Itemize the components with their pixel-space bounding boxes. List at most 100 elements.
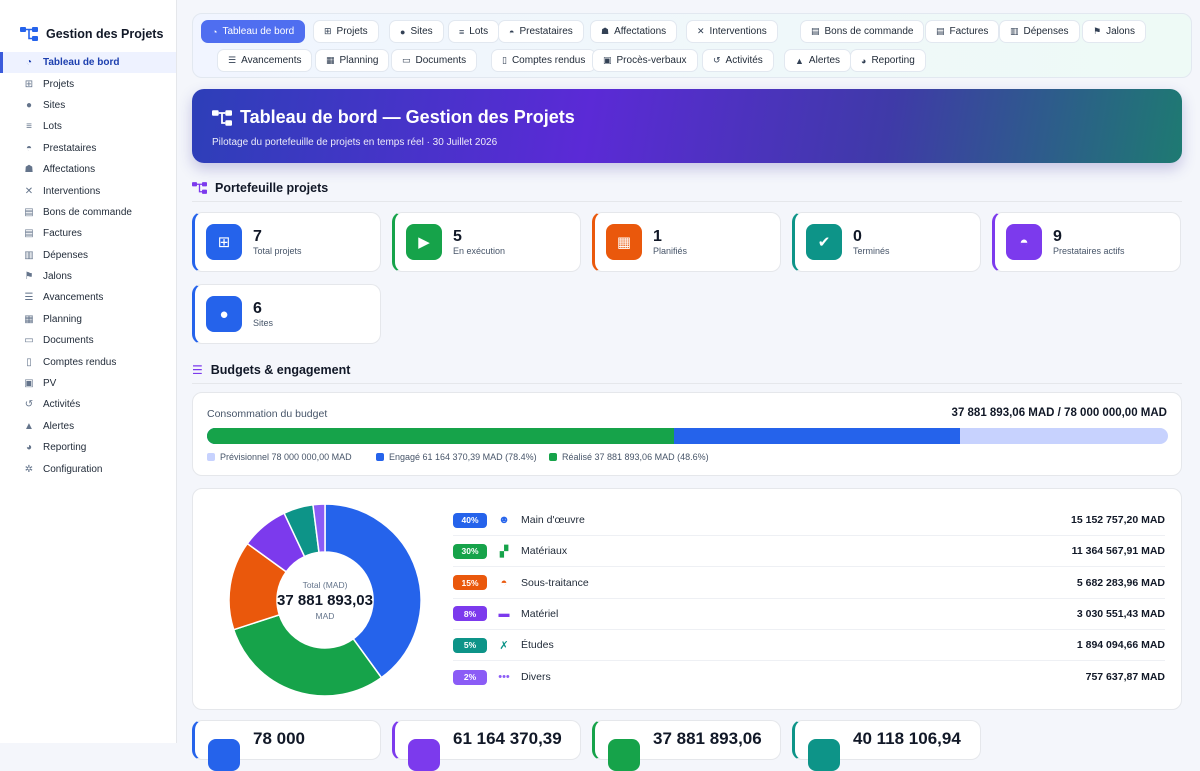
tab-comptes-rendus[interactable]: ▯ Comptes rendus [491, 49, 597, 72]
main-content: ◔ Tableau de bord ⊞ Projets ● Sites ≡ Lots ◓ Pres… [177, 0, 1200, 771]
layers-icon: ≡ [459, 26, 465, 37]
sidebar-item-label: Alertes [43, 420, 75, 432]
kpi-card[interactable]: ⊞ 7 Total projets [192, 212, 381, 272]
percent-badge: 30% [453, 543, 487, 559]
sidebar-item-label: Planning [43, 313, 82, 325]
kpi-card[interactable]: ◓ 9 Prestataires actifs [992, 212, 1181, 272]
brand[interactable]: Gestion des Projets [0, 0, 176, 48]
kpi-card[interactable]: ● 6 Sites [192, 284, 381, 344]
budget-category-row[interactable]: 40% ☻ Main d'œuvre 15 152 757,20 MAD [453, 505, 1165, 536]
tab-label: Factures [949, 26, 989, 37]
budget-category-row[interactable]: 15% ◓ Sous-traitance 5 682 283,96 MAD [453, 568, 1165, 599]
category-name: Divers [521, 671, 551, 683]
map-pin-icon: ● [206, 296, 242, 332]
category-amount: 11 364 567,91 MAD [1071, 545, 1165, 558]
page-subtitle: Pilotage du portefeuille de projets en t… [212, 137, 498, 148]
sidebar-item-documents[interactable]: ▭ Documents [0, 330, 176, 351]
user-tag-icon: ☗ [24, 164, 34, 176]
sidebar-item-interventions[interactable]: ✕ Interventions [0, 180, 176, 201]
clipboard-check-icon: ▣ [603, 55, 612, 65]
sidebar-item-depenses[interactable]: ▥ Dépenses [0, 245, 176, 266]
kpi-card[interactable]: ✔ 0 Terminés [792, 212, 981, 272]
sidebar-item-bons-de-commande[interactable]: ▤ Bons de commande [0, 202, 176, 223]
donut-center-unit: MAD [315, 610, 335, 621]
calendar-icon: ▦ [24, 313, 34, 325]
budget-category-row[interactable]: 5% ✗ Études 1 894 094,66 MAD [453, 630, 1165, 662]
budget-kpi-card[interactable]: 40 118 106,94 [792, 720, 981, 771]
budget-breakdown-card: Total (MAD) 37 881 893,03 MAD 40% ☻ Main d… [192, 488, 1182, 710]
sidebar-item-label: Avancements [43, 292, 104, 304]
kpi-icon [408, 739, 440, 771]
tab-affectations[interactable]: ☗ Affectations [590, 20, 678, 43]
kpi-card[interactable]: ▦ 1 Planifiés [592, 212, 781, 272]
sidebar-item-alertes[interactable]: ▲ Alertes [0, 416, 176, 437]
kpi-card[interactable]: ▶ 5 En exécution [392, 212, 581, 272]
tab-documents[interactable]: ▭ Documents [391, 49, 478, 72]
tab-interventions[interactable]: ✕ Interventions [686, 20, 778, 43]
tab-lots[interactable]: ≡ Lots [448, 20, 500, 43]
sidebar-item-avancements[interactable]: ☰ Avancements [0, 287, 176, 308]
sidebar-item-reporting[interactable]: ◕ Reporting [0, 437, 176, 458]
category-name: Matériaux [521, 545, 568, 558]
tab-alertes[interactable]: ▲ Alertes [784, 49, 852, 72]
tab-sites[interactable]: ● Sites [389, 20, 444, 43]
budget-kpi-card[interactable]: 78 000 [192, 720, 381, 771]
sidebar-item-affectations[interactable]: ☗ Affectations [0, 159, 176, 180]
kpi-value: 40 118 106,94 [853, 729, 961, 748]
budget-kpi-card[interactable]: 61 164 370,39 [392, 720, 581, 771]
tools-icon: ✕ [697, 26, 705, 36]
tab-jalons[interactable]: ⚑ Jalons [1082, 20, 1146, 43]
tab-planning[interactable]: ▦ Planning [315, 49, 390, 72]
kpi-label: En exécution [453, 246, 506, 256]
sidebar-item-label: Factures [43, 228, 82, 240]
sidebar-item-lots[interactable]: ≡ Lots [0, 116, 176, 137]
sidebar-item-configuration[interactable]: ✲ Configuration [0, 458, 176, 479]
kpi-icon [608, 739, 640, 771]
budget-category-row[interactable]: 30% ▞ Matériaux 11 364 567,91 MAD [453, 536, 1165, 568]
sidebar-item-projets[interactable]: ⊞ Projets [0, 73, 176, 94]
sidebar-item-label: Jalons [43, 271, 72, 283]
budget-consumption-card: Consommation du budget 37 881 893,06 MAD… [192, 392, 1182, 476]
tab-label: Documents [415, 55, 467, 66]
sidebar-item-pv[interactable]: ▣ PV [0, 373, 176, 394]
folder-icon: ▭ [24, 335, 34, 347]
tab-label: Procès-verbaux [616, 55, 687, 66]
tab-proces-verbaux[interactable]: ▣ Procès-verbaux [592, 49, 698, 72]
donut-center-value: 37 881 893,03 [277, 591, 373, 609]
tab-activites[interactable]: ↺ Activités [702, 49, 774, 72]
sidebar-item-sites[interactable]: ● Sites [0, 95, 176, 116]
sidebar-item-tableau-de-bord[interactable]: ◔ Tableau de bord [0, 52, 176, 74]
ruler-icon: ✗ [499, 639, 509, 652]
tab-avancements[interactable]: ☰ Avancements [217, 49, 313, 72]
tab-bons-de-commande[interactable]: ▤ Bons de commande [800, 20, 925, 43]
budget-category-row[interactable]: 8% ▬ Matériel 3 030 551,43 MAD [453, 599, 1165, 630]
budget-label: Consommation du budget [207, 408, 328, 420]
donut-center: Total (MAD) 37 881 893,03 MAD [225, 500, 425, 700]
tab-prestataires[interactable]: ◓ Prestataires [498, 20, 584, 43]
tab-reporting[interactable]: ◕ Reporting [850, 49, 926, 72]
budget-category-row[interactable]: 2% ••• Divers 757 637,87 MAD [453, 662, 1165, 693]
map-pin-icon: ● [400, 26, 406, 37]
tab-depenses[interactable]: ▥ Dépenses [999, 20, 1080, 43]
legend-engaged: Engagé 61 164 370,39 MAD (78.4%) [376, 452, 537, 462]
tab-bar: ◔ Tableau de bord ⊞ Projets ● Sites ≡ Lots ◓ Pres… [192, 13, 1192, 78]
budget-progress-bar [207, 428, 1168, 444]
tab-projets[interactable]: ⊞ Projets [313, 20, 379, 43]
sidebar-item-prestataires[interactable]: ◓ Prestataires [0, 138, 176, 159]
sidebar-item-planning[interactable]: ▦ Planning [0, 309, 176, 330]
map-pin-icon: ● [25, 99, 33, 111]
sidebar-item-label: Projets [43, 78, 75, 90]
tab-label: Comptes rendus [511, 55, 586, 66]
sidebar-item-jalons[interactable]: ⚑ Jalons [0, 266, 176, 287]
tab-label: Reporting [871, 55, 915, 66]
sidebar-item-factures[interactable]: ▤ Factures [0, 223, 176, 244]
sidebar-item-label: Affectations [43, 164, 96, 176]
tab-factures[interactable]: ▤ Factures [925, 20, 1000, 43]
clipboard-icon: ▯ [502, 55, 507, 65]
legend-realized: Réalisé 37 881 893,06 MAD (48.6%) [549, 452, 709, 462]
sidebar-item-comptes-rendus[interactable]: ▯ Comptes rendus [0, 351, 176, 372]
tab-tableau-de-bord[interactable]: ◔ Tableau de bord [201, 20, 306, 43]
coins-icon: ☰ [192, 363, 203, 377]
sidebar-item-activites[interactable]: ↺ Activités [0, 394, 176, 415]
budget-kpi-card[interactable]: 37 881 893,06 [592, 720, 781, 771]
